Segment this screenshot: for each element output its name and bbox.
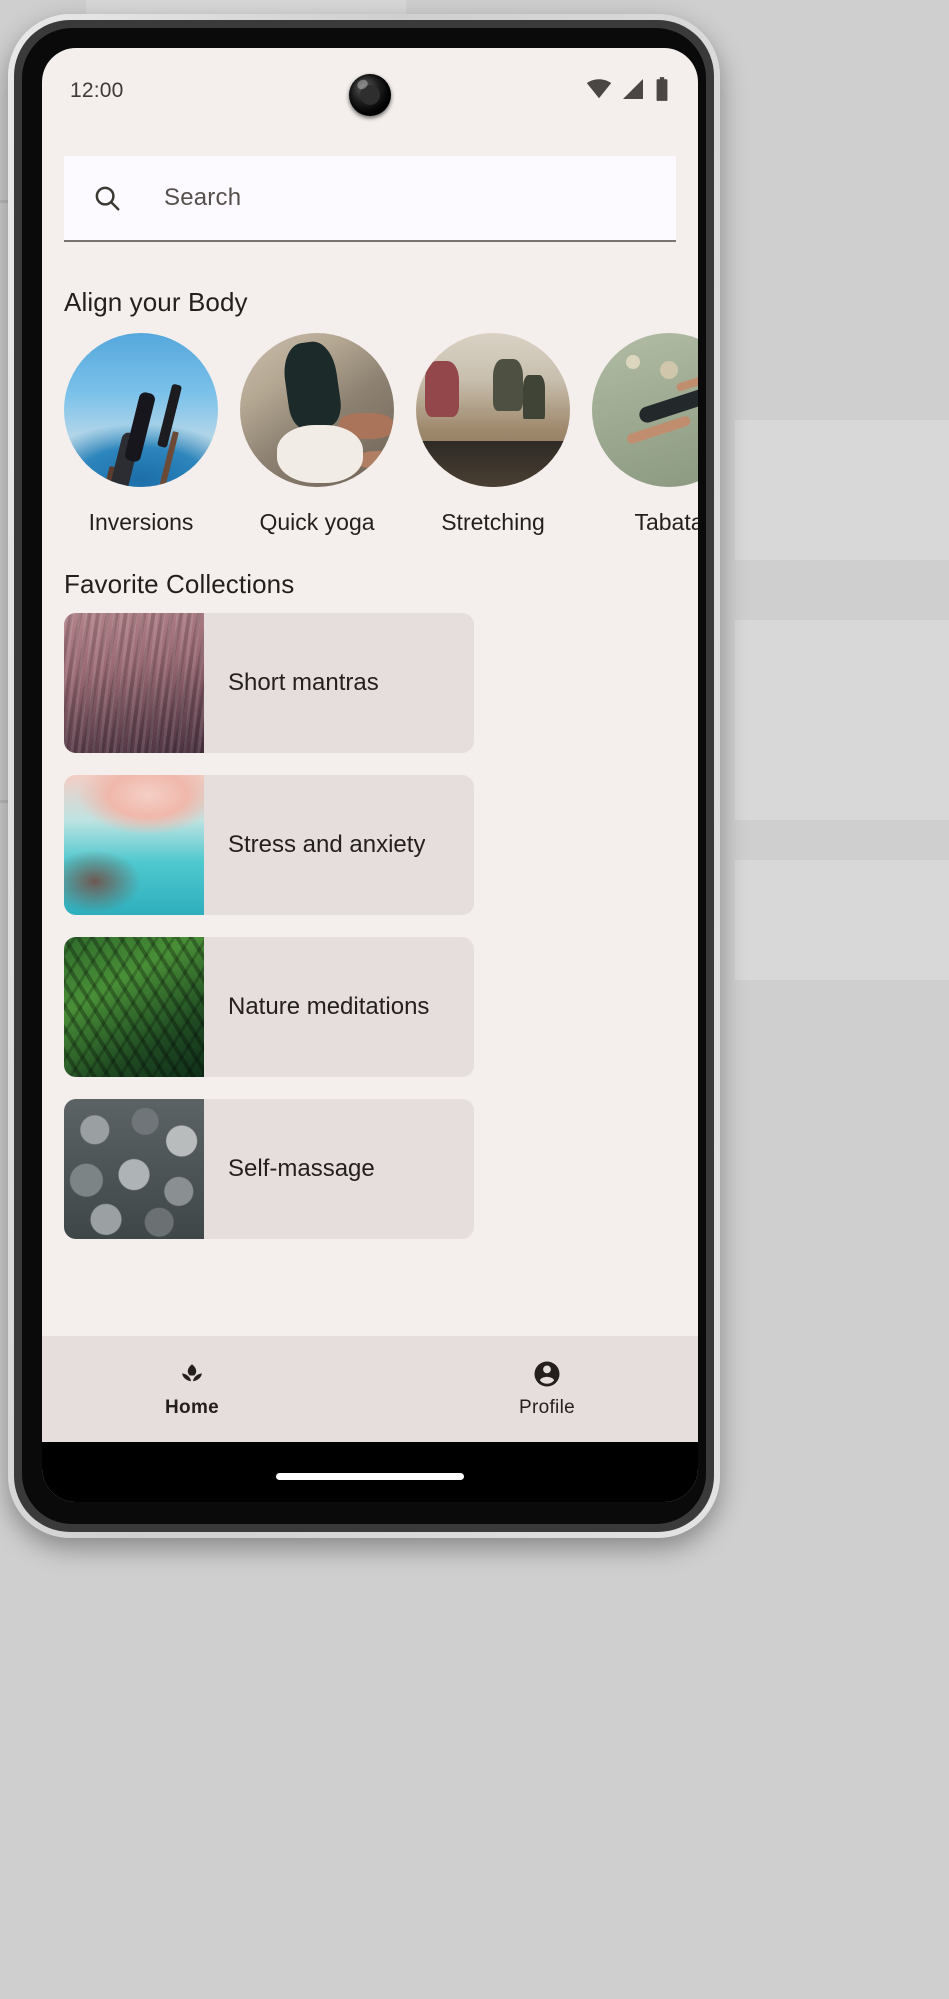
align-item-label: Stretching <box>441 509 545 535</box>
wifi-icon <box>586 76 612 107</box>
collection-card-label: Stress and anxiety <box>228 831 426 858</box>
backdrop-panel <box>735 420 949 560</box>
spa-icon <box>177 1359 207 1389</box>
collection-card-image <box>64 1099 204 1239</box>
nav-item-label: Home <box>165 1397 220 1418</box>
collection-card-label: Self-massage <box>228 1155 375 1182</box>
align-item-tabata[interactable]: Tabata <box>592 333 698 535</box>
status-clock: 12:00 <box>70 79 124 102</box>
collection-card-image <box>64 937 204 1077</box>
collection-card-label: Nature meditations <box>228 993 430 1020</box>
nav-item-profile[interactable]: Profile <box>519 1359 575 1419</box>
backdrop-panel <box>735 620 949 820</box>
favorite-collections-grid[interactable]: Short mantras Stress and anxiety Nature … <box>64 613 698 1239</box>
collection-card-stress-and-anxiety[interactable]: Stress and anxiety <box>64 775 474 915</box>
align-item-label: Tabata <box>634 509 698 535</box>
account-circle-icon <box>532 1359 562 1389</box>
align-item-image <box>592 333 698 487</box>
cell-signal-icon <box>621 77 645 106</box>
align-your-body-carousel[interactable]: Inversions Quick yoga Stretching Tabata <box>64 333 698 535</box>
align-item-label: Inversions <box>88 509 194 535</box>
collection-card-nature-meditations[interactable]: Nature meditations <box>64 937 474 1077</box>
nav-item-label: Profile <box>519 1397 575 1418</box>
section-title-align-your-body: Align your Body <box>64 287 248 317</box>
nav-item-home[interactable]: Home <box>165 1359 219 1419</box>
bottom-navigation-bar: Home Profile <box>42 1336 698 1442</box>
section-title-favorite-collections: Favorite Collections <box>64 569 295 599</box>
align-item-image <box>240 333 394 487</box>
gesture-navigation-area <box>42 1442 698 1502</box>
phone-screen: 12:00 Search Align your Body Inversions … <box>42 48 698 1502</box>
status-system-icons <box>586 76 670 107</box>
search-icon <box>92 183 122 213</box>
collection-card-short-mantras[interactable]: Short mantras <box>64 613 474 753</box>
collection-card-image <box>64 775 204 915</box>
backdrop-panel <box>735 860 949 980</box>
align-item-quick-yoga[interactable]: Quick yoga <box>240 333 394 535</box>
collection-card-image <box>64 613 204 753</box>
collection-card-label: Short mantras <box>228 669 379 696</box>
battery-icon <box>654 76 670 107</box>
phone-mockup: 12:00 Search Align your Body Inversions … <box>0 8 730 1548</box>
search-field[interactable]: Search <box>64 156 676 242</box>
gesture-home-bar[interactable] <box>276 1473 464 1480</box>
align-item-inversions[interactable]: Inversions <box>64 333 218 535</box>
align-item-stretching[interactable]: Stretching <box>416 333 570 535</box>
align-item-image <box>64 333 218 487</box>
align-item-image <box>416 333 570 487</box>
search-placeholder: Search <box>164 184 242 211</box>
camera-punch-hole <box>349 74 391 116</box>
collection-card-self-massage[interactable]: Self-massage <box>64 1099 474 1239</box>
align-item-label: Quick yoga <box>259 509 375 535</box>
